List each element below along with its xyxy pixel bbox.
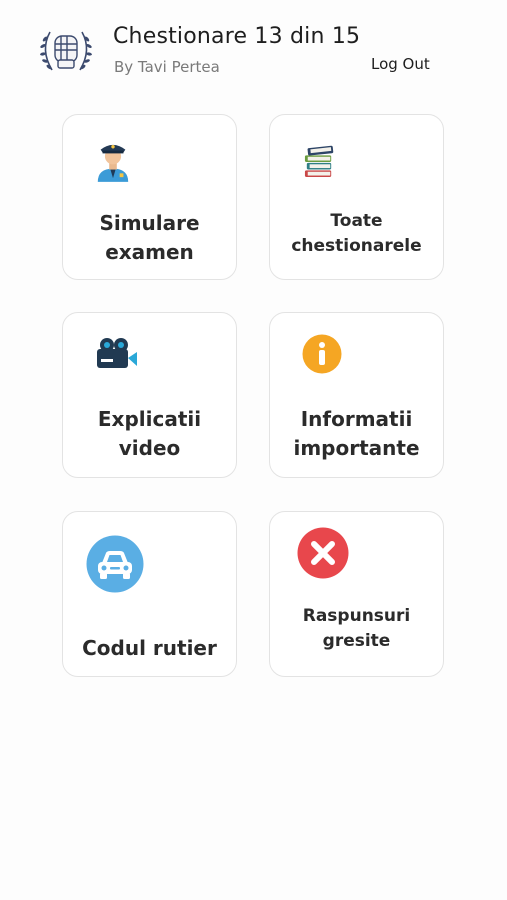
fist-laurel-logo-icon — [40, 31, 92, 71]
app-title: Chestionare 13 din 15 — [113, 24, 361, 49]
wrong-x-icon — [297, 527, 349, 579]
menu-card-label: Explicatii video — [97, 407, 202, 460]
menu-card-label: Simulare examen — [99, 211, 200, 264]
app-header: Chestionare 13 din 15 By Tavi Pertea Log… — [0, 0, 507, 100]
menu-card-simulare-examen[interactable]: Simulare examen — [62, 114, 237, 280]
video-camera-icon — [97, 338, 137, 368]
logout-button[interactable]: Log Out — [371, 55, 430, 73]
menu-card-codul-rutier[interactable]: Codul rutier — [62, 511, 237, 677]
info-icon — [302, 334, 342, 374]
books-stack-icon — [304, 145, 334, 177]
menu-card-informatii-importante[interactable]: Informatii importante — [269, 312, 444, 478]
menu-card-explicatii-video[interactable]: Explicatii video — [62, 312, 237, 478]
menu-card-raspunsuri-gresite[interactable]: Raspunsuri gresite — [269, 511, 444, 677]
menu-card-toate-chestionarele[interactable]: Toate chestionarele — [269, 114, 444, 280]
menu-card-label: Raspunsuri gresite — [302, 606, 411, 651]
police-officer-icon — [97, 144, 129, 182]
app-author: By Tavi Pertea — [114, 58, 220, 76]
menu-card-label: Informatii importante — [293, 407, 420, 460]
menu-card-label: Codul rutier — [82, 636, 217, 660]
car-icon — [86, 535, 144, 593]
menu-card-label: Toate chestionarele — [291, 211, 422, 256]
